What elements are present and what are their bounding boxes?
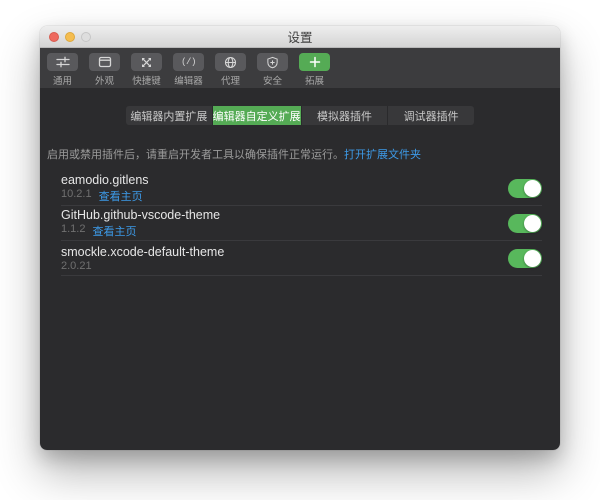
- extension-row: eamodio.gitlens 10.2.1 查看主页: [61, 171, 542, 206]
- toolbar-item-label: 代理: [221, 73, 240, 87]
- extension-version: 1.1.2: [61, 223, 85, 239]
- toolbar-item-label: 快捷键: [132, 73, 161, 87]
- extension-version: 10.2.1: [61, 188, 92, 204]
- tab-editor-custom-extensions[interactable]: 编辑器自定义扩展: [213, 106, 302, 125]
- toolbar-item-label: 通用: [53, 73, 72, 87]
- extensions-list: eamodio.gitlens 10.2.1 查看主页 GitHub.githu…: [40, 171, 560, 276]
- tab-editor-builtin-extensions[interactable]: 编辑器内置扩展: [126, 106, 213, 125]
- toolbar-item-label: 编辑器: [174, 73, 203, 87]
- toolbar-item-editor[interactable]: (/) 编辑器: [173, 53, 204, 87]
- extension-info: eamodio.gitlens 10.2.1 查看主页: [61, 173, 149, 204]
- toolbar-item-label: 安全: [263, 73, 282, 87]
- expand-arrows-icon: [131, 53, 162, 71]
- toolbar-item-shortcuts[interactable]: 快捷键: [131, 53, 162, 87]
- sliders-icon: [47, 53, 78, 71]
- tab-debugger-plugins[interactable]: 调试器插件: [388, 106, 474, 125]
- view-homepage-link[interactable]: 查看主页: [99, 188, 143, 204]
- view-homepage-link[interactable]: 查看主页: [92, 223, 136, 239]
- titlebar: 设置: [40, 26, 560, 48]
- toolbar: 通用 外观 快捷键 (/) 编辑器: [40, 48, 560, 88]
- extension-toggle[interactable]: [508, 214, 542, 233]
- shield-plus-icon: [257, 53, 288, 71]
- content-area: 编辑器内置扩展 编辑器自定义扩展 模拟器插件 调试器插件 启用或禁用插件后，请重…: [40, 88, 560, 450]
- open-extensions-folder-link[interactable]: 打开扩展文件夹: [344, 149, 421, 161]
- window-icon: [89, 53, 120, 71]
- code-icon: (/): [173, 53, 204, 71]
- plus-icon: [299, 53, 330, 71]
- toolbar-item-security[interactable]: 安全: [257, 53, 288, 87]
- extension-name: smockle.xcode-default-theme: [61, 245, 224, 259]
- extension-version: 2.0.21: [61, 260, 92, 272]
- extension-name: eamodio.gitlens: [61, 173, 149, 187]
- toggle-knob: [524, 250, 541, 267]
- zoom-button-disabled: [81, 32, 91, 42]
- extension-info: GitHub.github-vscode-theme 1.1.2 查看主页: [61, 208, 220, 239]
- extension-toggle[interactable]: [508, 249, 542, 268]
- traffic-lights: [49, 32, 91, 42]
- extension-row: smockle.xcode-default-theme 2.0.21: [61, 241, 542, 276]
- toolbar-item-label: 拓展: [305, 73, 324, 87]
- extension-name: GitHub.github-vscode-theme: [61, 208, 220, 222]
- toolbar-item-proxy[interactable]: 代理: [215, 53, 246, 87]
- extension-toggle[interactable]: [508, 179, 542, 198]
- notice: 启用或禁用插件后，请重启开发者工具以确保插件正常运行。打开扩展文件夹: [47, 146, 552, 162]
- globe-icon: [215, 53, 246, 71]
- extension-row: GitHub.github-vscode-theme 1.1.2 查看主页: [61, 206, 542, 241]
- notice-text: 启用或禁用插件后，请重启开发者工具以确保插件正常运行。: [47, 149, 344, 161]
- toolbar-item-label: 外观: [95, 73, 114, 87]
- tab-bar: 编辑器内置扩展 编辑器自定义扩展 模拟器插件 调试器插件: [126, 106, 474, 125]
- window-title: 设置: [287, 27, 312, 46]
- close-button[interactable]: [49, 32, 59, 42]
- tab-simulator-plugins[interactable]: 模拟器插件: [302, 106, 389, 125]
- minimize-button[interactable]: [65, 32, 75, 42]
- settings-window: 设置 通用 外观: [40, 26, 560, 450]
- toggle-knob: [524, 180, 541, 197]
- toolbar-item-extensions[interactable]: 拓展: [299, 53, 330, 87]
- extension-info: smockle.xcode-default-theme 2.0.21: [61, 245, 224, 272]
- toolbar-item-appearance[interactable]: 外观: [89, 53, 120, 87]
- toolbar-item-general[interactable]: 通用: [47, 53, 78, 87]
- toggle-knob: [524, 215, 541, 232]
